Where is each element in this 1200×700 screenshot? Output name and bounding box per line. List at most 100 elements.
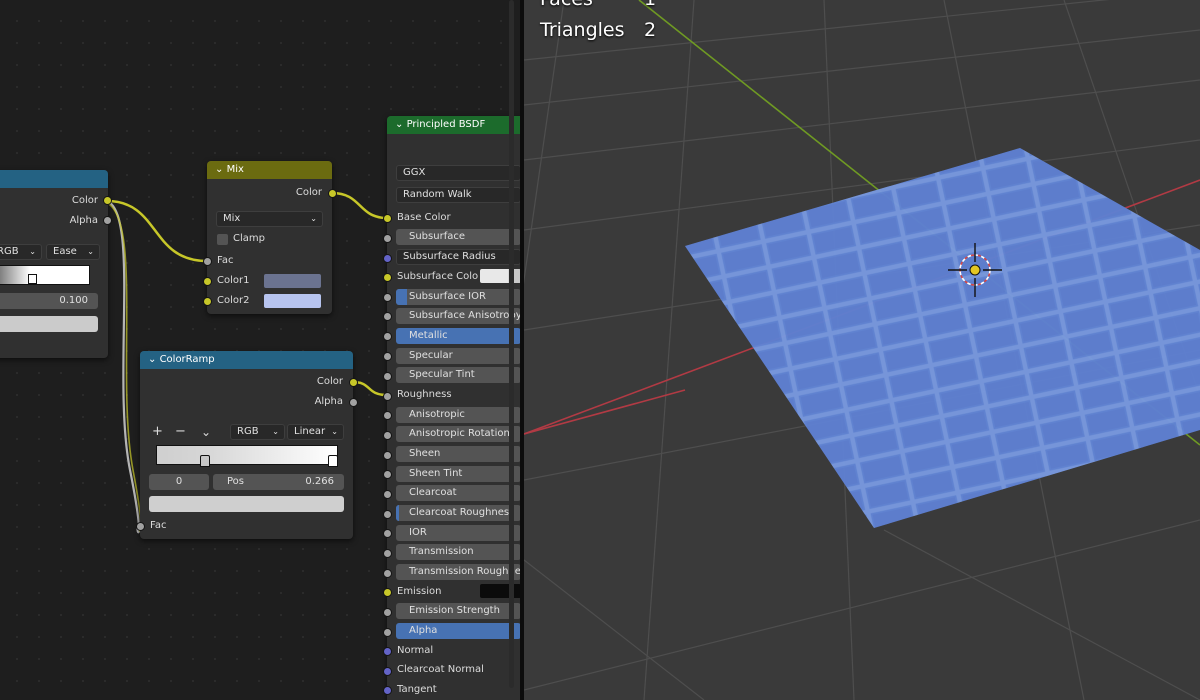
bsdf-sheen-socket[interactable] (383, 451, 392, 460)
bsdf-subsurface-radius-field[interactable]: Subsurface Radius (396, 249, 520, 265)
left-node-mode-dropdown[interactable]: RGB ⌄ (0, 244, 42, 260)
bsdf-emission-socket[interactable] (383, 588, 392, 597)
left-node-ramp-stop[interactable] (28, 274, 37, 284)
colorramp-node-header[interactable]: ⌄ ColorRamp (140, 351, 353, 369)
left-node-value-field[interactable]: 0.100 (0, 293, 98, 309)
bsdf-node-title: Principled BSDF (406, 119, 486, 130)
colorramp-gradient-bar[interactable] (156, 445, 338, 465)
bsdf-alpha-field[interactable]: Alpha (396, 623, 520, 639)
bsdf-alpha-socket[interactable] (383, 628, 392, 637)
bsdf-metallic-field[interactable]: Metallic (396, 328, 520, 344)
bsdf-clearcoat-field[interactable]: Clearcoat (396, 485, 520, 501)
colorramp-interp-dropdown[interactable]: Linear ⌄ (287, 424, 344, 440)
colorramp-menu-button[interactable]: ⌄ (201, 426, 211, 438)
bsdf-metallic-label: Metallic (409, 330, 448, 341)
mix-color2-label: Color2 (217, 295, 250, 306)
3d-viewport[interactable]: Faces 1 Triangles 2 (524, 0, 1200, 700)
mix-color-output-socket[interactable] (328, 189, 337, 198)
shader-node-editor[interactable]: Color Alpha RGB ⌄ Ease ⌄ 0.100 ⌄ Mix Color… (0, 0, 520, 700)
bsdf-emission-swatch[interactable] (480, 584, 520, 598)
bsdf-clearcoat-normal-socket[interactable] (383, 667, 392, 676)
mix-node[interactable]: ⌄ Mix Color Mix ⌄ Clamp Fac Color1 Color2 (203, 161, 337, 314)
bsdf-subsurface-ior-field[interactable]: Subsurface IOR (396, 289, 520, 305)
bsdf-clearcoat-roughness-socket[interactable] (383, 510, 392, 519)
bsdf-subsurface-color-socket[interactable] (383, 273, 392, 282)
bsdf-specular-socket[interactable] (383, 352, 392, 361)
bsdf-anisotropic-socket[interactable] (383, 411, 392, 420)
bsdf-subsurface-anisotropy-socket[interactable] (383, 312, 392, 321)
bsdf-transmission-field[interactable]: Transmission (396, 544, 520, 560)
left-node-interp-dropdown[interactable]: Ease ⌄ (46, 244, 100, 260)
bsdf-metallic-socket[interactable] (383, 332, 392, 341)
left-node-alpha-socket[interactable] (103, 216, 112, 225)
bsdf-anisotropic-rotation-socket[interactable] (383, 431, 392, 440)
chevron-down-icon[interactable]: ⌄ (148, 354, 160, 365)
bsdf-sheen-tint-socket[interactable] (383, 470, 392, 479)
mix-clamp-checkbox[interactable] (217, 234, 228, 245)
left-node-ramp-bar[interactable] (0, 265, 90, 285)
bsdf-subsurface-color-swatch[interactable] (480, 269, 520, 283)
colorramp-pos-field[interactable]: Pos 0.266 (213, 474, 344, 490)
colorramp-stop-marker-1[interactable] (328, 455, 338, 467)
bsdf-base-color-socket[interactable] (383, 214, 392, 223)
bsdf-clearcoat-socket[interactable] (383, 490, 392, 499)
mix-blend-dropdown[interactable]: Mix ⌄ (216, 211, 323, 227)
bsdf-emission-strength-socket[interactable] (383, 608, 392, 617)
bsdf-clearcoat-roughness-field[interactable]: Clearcoat Roughness (396, 505, 520, 521)
bsdf-specular-tint-socket[interactable] (383, 372, 392, 381)
colorramp-stop-marker-0[interactable] (200, 455, 210, 467)
chevron-down-icon[interactable]: ⌄ (395, 119, 407, 130)
chevron-down-icon[interactable]: ⌄ (215, 164, 227, 175)
left-node-color-field[interactable] (0, 316, 98, 332)
left-node-header[interactable] (0, 170, 108, 188)
bsdf-transmission-roughness-field[interactable]: Transmission Roughness (396, 564, 520, 580)
bsdf-subsurface-ior-label: Subsurface IOR (409, 291, 486, 302)
bsdf-ior-field[interactable]: IOR (396, 525, 520, 541)
colorramp-fac-socket[interactable] (136, 522, 145, 531)
left-node[interactable]: Color Alpha RGB ⌄ Ease ⌄ 0.100 (0, 170, 112, 358)
bsdf-normal-socket[interactable] (383, 647, 392, 656)
mix-color1-socket[interactable] (203, 277, 212, 286)
colorramp-index-field[interactable]: 0 (149, 474, 209, 490)
bsdf-transmission-socket[interactable] (383, 549, 392, 558)
colorramp-node[interactable]: ⌄ ColorRamp Color Alpha + − ⌄ RGB ⌄ Linea… (136, 351, 358, 539)
mix-color2-socket[interactable] (203, 297, 212, 306)
bsdf-node-header[interactable]: ⌄ Principled BSDF (387, 116, 520, 134)
bsdf-sheen-tint-field[interactable]: Sheen Tint (396, 466, 520, 482)
bsdf-subsurface-socket[interactable] (383, 234, 392, 243)
bsdf-normal-label: Normal (397, 645, 434, 656)
principled-bsdf-node[interactable]: ⌄ Principled BSDF GGX Random Walk Base C… (383, 116, 520, 700)
chevron-down-icon: ⌄ (331, 427, 338, 436)
node-editor-scrollbar[interactable] (509, 0, 514, 688)
bsdf-anisotropic-rotation-field[interactable]: Anisotropic Rotation (396, 426, 520, 442)
mix-node-header[interactable]: ⌄ Mix (207, 161, 332, 179)
bsdf-tangent-socket[interactable] (383, 686, 392, 695)
bsdf-transmission-roughness-socket[interactable] (383, 569, 392, 578)
mix-color2-swatch[interactable] (264, 294, 321, 308)
bsdf-anisotropic-field[interactable]: Anisotropic (396, 407, 520, 423)
bsdf-emission-strength-field[interactable]: Emission Strength (396, 603, 520, 619)
bsdf-distribution-dropdown[interactable]: GGX (396, 165, 520, 181)
left-node-color-socket[interactable] (103, 196, 112, 205)
bsdf-anisotropic-rotation-label: Anisotropic Rotation (409, 428, 510, 439)
colorramp-add-button[interactable]: + (152, 425, 163, 438)
bsdf-specular-tint-field[interactable]: Specular Tint (396, 367, 520, 383)
bsdf-roughness-socket[interactable] (383, 392, 392, 401)
bsdf-subsurface-anisotropy-field[interactable]: Subsurface Anisotropy (396, 308, 520, 324)
bsdf-ior-socket[interactable] (383, 529, 392, 538)
colorramp-remove-button[interactable]: − (175, 425, 186, 438)
bsdf-specular-field[interactable]: Specular (396, 348, 520, 364)
left-node-value: 0.100 (59, 295, 88, 306)
colorramp-mode-dropdown[interactable]: RGB ⌄ (230, 424, 285, 440)
mix-fac-socket[interactable] (203, 257, 212, 266)
bsdf-subsurface-field[interactable]: Subsurface (396, 229, 520, 245)
colorramp-color-output-socket[interactable] (349, 378, 358, 387)
bsdf-sheen-field[interactable]: Sheen (396, 446, 520, 462)
mix-color1-swatch[interactable] (264, 274, 321, 288)
colorramp-alpha-output-socket[interactable] (349, 398, 358, 407)
bsdf-subsurface-ior-socket[interactable] (383, 293, 392, 302)
bsdf-subsurface-radius-socket[interactable] (383, 254, 392, 263)
bsdf-subsurface-method-dropdown[interactable]: Random Walk (396, 187, 520, 203)
colorramp-color-field[interactable] (149, 496, 344, 512)
stat-faces-value: 1 (644, 0, 656, 11)
